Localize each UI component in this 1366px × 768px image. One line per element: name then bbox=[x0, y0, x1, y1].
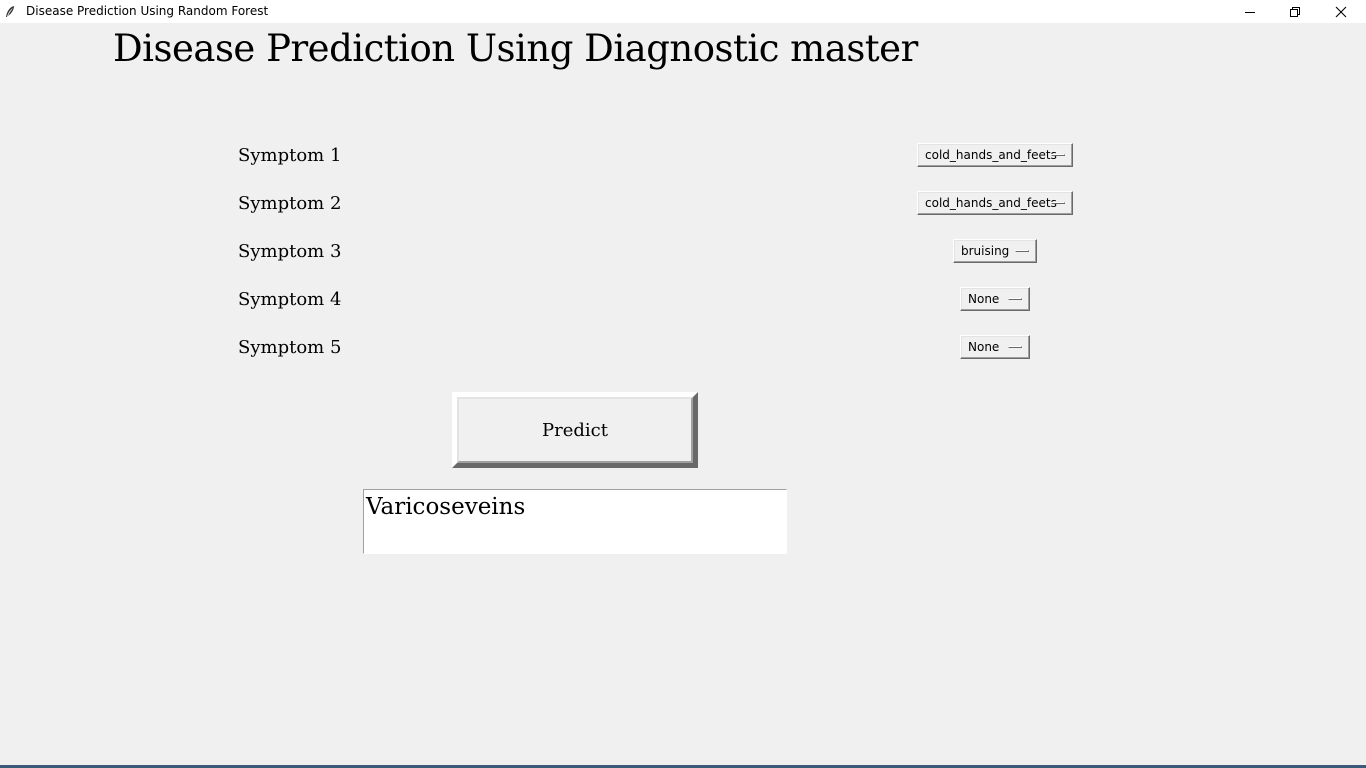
symptom-4-label: Symptom 4 bbox=[238, 289, 342, 310]
dropdown-indicator-icon bbox=[1008, 298, 1022, 300]
close-icon bbox=[1335, 6, 1347, 18]
dropdown-indicator-icon bbox=[1008, 346, 1022, 348]
dropdown-indicator-icon bbox=[1015, 250, 1029, 252]
symptom-1-value: cold_hands_and_feets bbox=[925, 148, 1057, 162]
result-textbox[interactable]: Varicoseveins bbox=[363, 489, 787, 554]
symptom-4-value: None bbox=[968, 292, 1000, 306]
page-heading: Disease Prediction Using Diagnostic mast… bbox=[113, 27, 918, 70]
predict-button-label: Predict bbox=[542, 419, 608, 441]
symptom-3-value: bruising bbox=[961, 244, 1010, 258]
symptom-1-label: Symptom 1 bbox=[238, 145, 342, 166]
symptom-5-value: None bbox=[968, 340, 1000, 354]
predict-button[interactable]: Predict bbox=[452, 392, 698, 468]
minimize-icon bbox=[1245, 7, 1255, 17]
minimize-button[interactable] bbox=[1227, 0, 1273, 23]
symptom-1-select[interactable]: cold_hands_and_feets bbox=[917, 143, 1073, 167]
dropdown-indicator-icon bbox=[1051, 202, 1065, 204]
symptom-5-label: Symptom 5 bbox=[238, 337, 342, 358]
symptom-3-label: Symptom 3 bbox=[238, 241, 342, 262]
window-title: Disease Prediction Using Random Forest bbox=[26, 4, 269, 18]
symptom-2-select[interactable]: cold_hands_and_feets bbox=[917, 191, 1073, 215]
restore-icon bbox=[1290, 6, 1300, 17]
symptom-4-select[interactable]: None bbox=[960, 287, 1030, 311]
symptom-5-select[interactable]: None bbox=[960, 335, 1030, 359]
symptom-2-value: cold_hands_and_feets bbox=[925, 196, 1057, 210]
dropdown-indicator-icon bbox=[1051, 154, 1065, 156]
title-bar: Disease Prediction Using Random Forest bbox=[0, 0, 1366, 23]
maximize-button[interactable] bbox=[1272, 0, 1318, 23]
symptom-2-label: Symptom 2 bbox=[238, 193, 342, 214]
app-window: Disease Prediction Using Random Forest D… bbox=[0, 0, 1366, 768]
feather-icon bbox=[4, 4, 16, 18]
close-button[interactable] bbox=[1318, 0, 1364, 23]
symptom-3-select[interactable]: bruising bbox=[953, 239, 1037, 263]
